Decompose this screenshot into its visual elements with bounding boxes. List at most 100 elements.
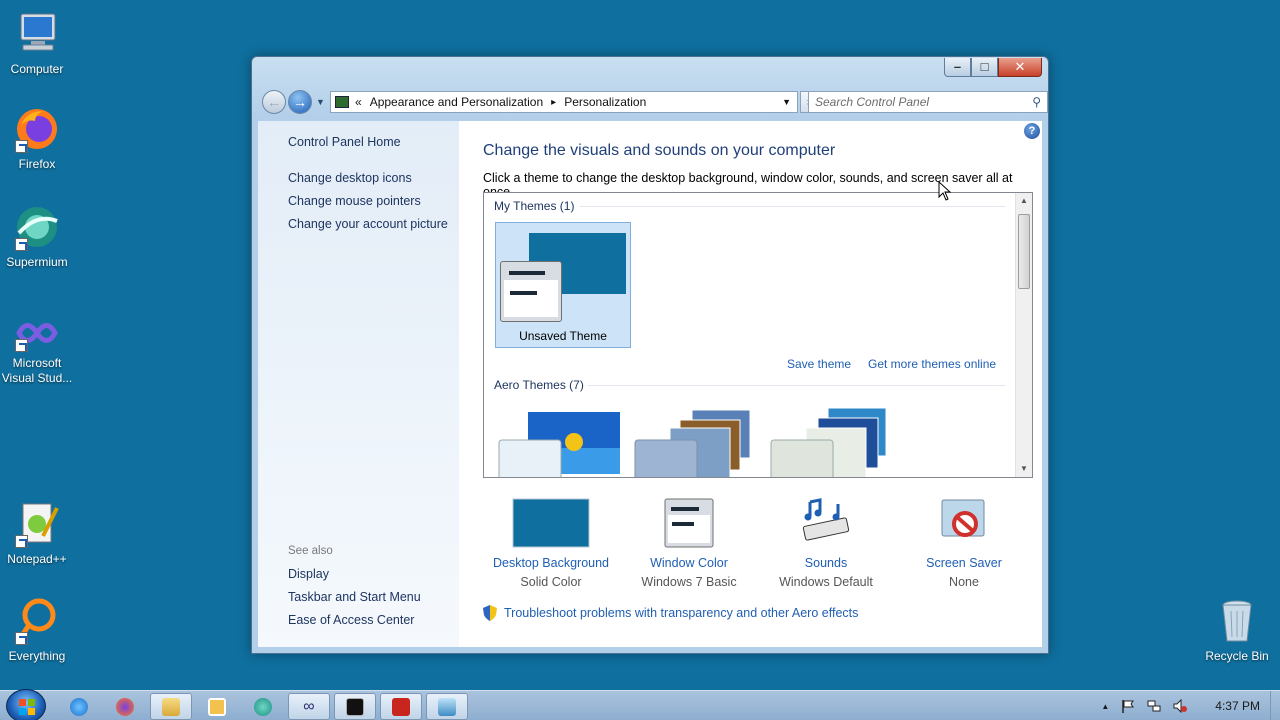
firefox-icon [116,697,134,716]
breadcrumb-appearance[interactable]: Appearance and Personalization [370,95,543,109]
aero-theme-characters[interactable] [768,407,893,477]
troubleshoot-label[interactable]: Troubleshoot problems with transparency … [504,606,858,620]
taskbar: ∞ ▲ 4:37 PM [0,689,1280,720]
show-desktop-button[interactable] [1270,691,1280,720]
everything-icon [13,597,61,645]
command-prompt-icon [346,697,364,716]
close-button[interactable]: ✕ [998,58,1042,77]
help-icon[interactable]: ? [1024,123,1040,139]
desktop-icon-everything[interactable]: Everything [0,597,74,664]
start-button[interactable] [6,689,46,720]
personalization-window: – □ ✕ ← → ▼ « Appearance and Personaliza… [251,56,1049,654]
taskbar-control-panel[interactable] [426,693,468,720]
change-account-picture-link[interactable]: Change your account picture [288,217,448,231]
back-button[interactable]: ← [262,90,286,114]
control-panel-home-link[interactable]: Control Panel Home [288,135,401,149]
taskbar-command-prompt[interactable] [334,693,376,720]
clock[interactable]: 4:37 PM [1215,699,1260,713]
unsaved-theme-tile[interactable]: Unsaved Theme [495,222,631,348]
window-color-item[interactable]: Window Color Windows 7 Basic [621,498,757,589]
taskbar-filezilla[interactable] [380,693,422,720]
my-themes-header: My Themes (1) [494,199,575,213]
taskbar-ie[interactable] [58,693,100,720]
desktop-icon-visual-studio[interactable]: Microsoft Visual Stud... [0,314,74,386]
desktop-background-item[interactable]: Desktop Background Solid Color [483,498,619,589]
shortcut-arrow-icon [15,238,28,251]
taskbar-explorer[interactable] [150,693,192,720]
internet-explorer-icon [70,697,88,716]
maximize-button[interactable]: □ [971,58,998,77]
action-center-flag-icon[interactable] [1121,699,1135,713]
folder-icon [162,697,180,716]
screen-saver-value: None [949,575,979,589]
theme-preview-titlebar [509,271,545,275]
breadcrumb-separator-icon[interactable]: ▸ [551,97,556,108]
desktop-background-label[interactable]: Desktop Background [483,556,619,570]
aero-theme-windows7[interactable] [496,408,621,477]
notification-area: ▲ 4:37 PM [1101,691,1268,720]
scroll-thumb[interactable] [1018,214,1030,289]
desktop-icon-notepadpp[interactable]: Notepad++ [0,500,74,567]
save-theme-link[interactable]: Save theme [787,357,851,371]
close-icon: ✕ [1014,59,1026,74]
notepadpp-icon [13,500,61,548]
taskbar-media-player[interactable] [196,693,238,720]
taskbar-visual-studio[interactable]: ∞ [288,693,330,720]
show-hidden-icons-button[interactable]: ▲ [1101,702,1109,711]
theme-list[interactable]: My Themes (1) Unsaved Theme Save theme G… [483,192,1033,478]
supermium-icon [13,203,61,251]
desktop-icon-label: Microsoft Visual Stud... [1,356,73,385]
mouse-cursor-icon [938,181,952,201]
sounds-label[interactable]: Sounds [758,556,894,570]
caption-buttons: – □ ✕ [944,58,1042,77]
desktop-icon-recycle-bin[interactable]: Recycle Bin [1200,597,1274,664]
window-color-value: Windows 7 Basic [641,575,737,589]
desktop-icon-supermium[interactable]: Supermium [0,203,74,270]
theme-list-scrollbar[interactable]: ▲ ▼ [1015,193,1032,477]
get-more-themes-link[interactable]: Get more themes online [868,357,996,371]
visual-studio-icon [13,314,61,352]
desktop-icon-computer[interactable]: Computer [0,10,74,77]
ease-of-access-link[interactable]: Ease of Access Center [288,613,414,627]
search-placeholder: Search Control Panel [815,95,930,109]
change-desktop-icons-link[interactable]: Change desktop icons [288,171,412,185]
desktop-background-icon [483,498,619,548]
desktop-icon-label: Firefox [18,157,56,171]
navigation-bar: ← → ▼ « Appearance and Personalization ▸… [260,89,1048,115]
scroll-up-icon[interactable]: ▲ [1016,193,1032,209]
aero-theme-architecture[interactable] [632,408,757,477]
screen-saver-icon [896,498,1032,548]
desktop-icon-firefox[interactable]: Firefox [0,105,74,172]
window-client-area: Control Panel Home Change desktop icons … [258,121,1042,647]
search-icon[interactable]: ⚲ [1032,95,1041,109]
taskbar-firefox[interactable] [104,693,146,720]
volume-muted-icon[interactable] [1173,698,1188,714]
desktop-icon-label: Computer [10,62,64,76]
screen-saver-item[interactable]: Screen Saver None [896,498,1032,589]
desktop-icon-label: Supermium [6,255,68,269]
back-arrow-icon: ← [267,94,281,110]
forward-button[interactable]: → [288,90,312,114]
recent-pages-dropdown[interactable]: ▼ [316,97,325,107]
breadcrumb-personalization[interactable]: Personalization [564,95,646,109]
network-icon[interactable] [1147,699,1161,713]
window-color-icon [621,498,757,548]
aero-themes-header: Aero Themes (7) [494,378,584,392]
display-link[interactable]: Display [288,567,329,581]
address-dropdown-icon[interactable]: ▼ [782,97,791,107]
infinity-icon: ∞ [303,697,315,715]
scroll-down-icon[interactable]: ▼ [1016,461,1032,477]
troubleshoot-link[interactable]: Troubleshoot problems with transparency … [483,605,858,621]
breadcrumb-overflow[interactable]: « [355,95,362,109]
sounds-item[interactable]: Sounds Windows Default [758,498,894,589]
address-bar[interactable]: « Appearance and Personalization ▸ Perso… [330,91,798,113]
theme-preview-body [504,280,558,317]
taskbar-start-menu-link[interactable]: Taskbar and Start Menu [288,590,421,604]
search-input[interactable]: Search Control Panel ⚲ [808,91,1048,113]
theme-preview-window [500,261,562,322]
taskbar-supermium[interactable] [242,693,284,720]
minimize-button[interactable]: – [944,58,971,77]
window-color-label[interactable]: Window Color [621,556,757,570]
screen-saver-label[interactable]: Screen Saver [896,556,1032,570]
change-mouse-pointers-link[interactable]: Change mouse pointers [288,194,421,208]
